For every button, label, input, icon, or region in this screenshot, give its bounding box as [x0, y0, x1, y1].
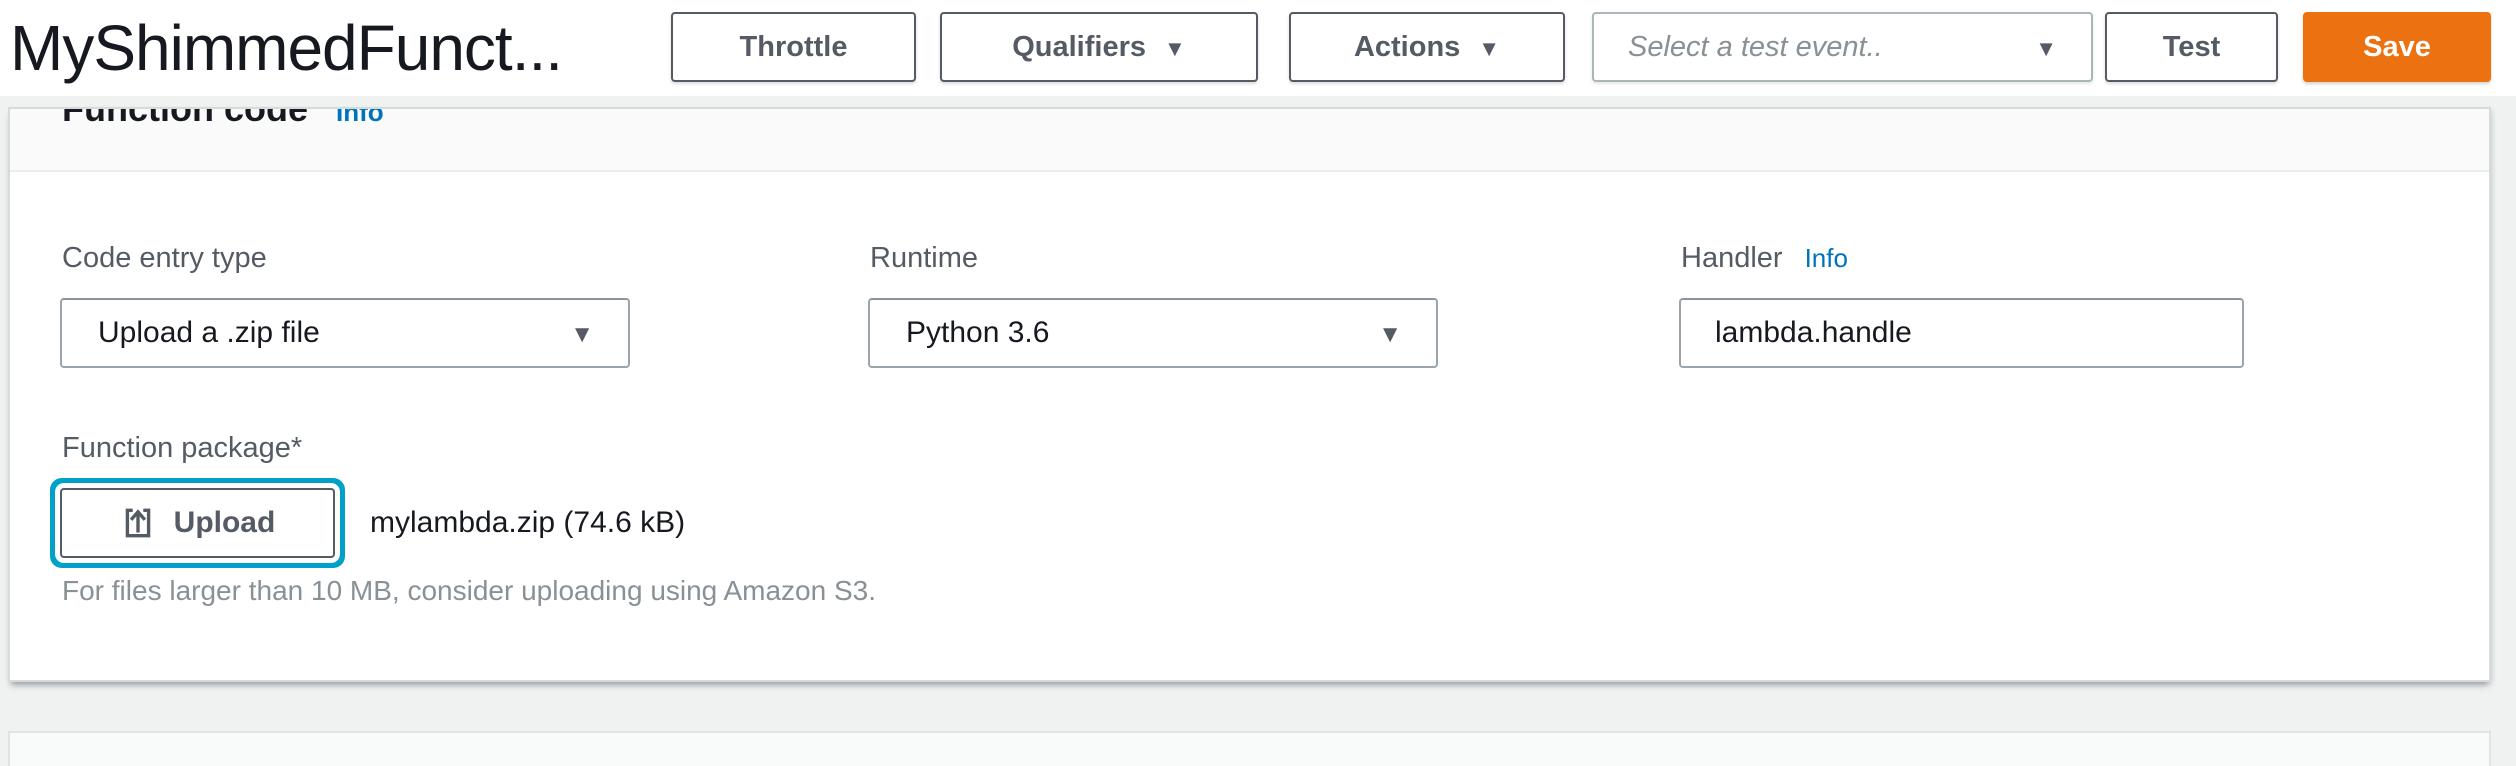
- test-event-select[interactable]: Select a test event.. ▼: [1592, 12, 2093, 82]
- caret-down-icon: ▼: [2035, 38, 2057, 60]
- actions-button-label: Actions: [1354, 31, 1460, 64]
- runtime-label: Runtime: [870, 242, 978, 275]
- function-package-label: Function package*: [62, 432, 302, 465]
- caret-down-icon: ▼: [570, 323, 594, 347]
- function-code-title-text: Function code: [62, 107, 308, 129]
- caret-down-icon: ▼: [1478, 38, 1500, 60]
- upload-button-label: Upload: [174, 506, 276, 540]
- handler-input[interactable]: [1679, 298, 2244, 368]
- test-button[interactable]: Test: [2105, 12, 2278, 82]
- handler-label: Handler Info: [1681, 242, 1848, 275]
- function-code-panel: Function code Info Code entry type Runtim…: [8, 107, 2491, 682]
- throttle-button[interactable]: Throttle: [671, 12, 916, 82]
- qualifiers-button[interactable]: Qualifiers ▼: [940, 12, 1258, 82]
- function-code-info-link[interactable]: Info: [336, 107, 384, 127]
- test-event-placeholder: Select a test event..: [1628, 31, 1883, 64]
- runtime-value: Python 3.6: [906, 316, 1049, 350]
- code-entry-type-value: Upload a .zip file: [98, 316, 320, 350]
- save-button-label: Save: [2363, 31, 2431, 64]
- code-entry-type-label: Code entry type: [62, 242, 267, 275]
- qualifiers-button-label: Qualifiers: [1012, 31, 1146, 64]
- test-button-label: Test: [2163, 31, 2220, 64]
- lambda-console-screen: Function code Info Code entry type Runtim…: [0, 0, 2516, 766]
- handler-info-link[interactable]: Info: [1805, 243, 1848, 273]
- save-button[interactable]: Save: [2303, 12, 2491, 82]
- upload-helper-text: For files larger than 10 MB, consider up…: [62, 575, 876, 607]
- upload-button[interactable]: Upload: [60, 488, 335, 558]
- handler-label-text: Handler: [1681, 242, 1783, 274]
- caret-down-icon: ▼: [1164, 38, 1186, 60]
- code-entry-type-select[interactable]: Upload a .zip file ▼: [60, 298, 630, 368]
- function-header-bar: MyShimmedFunct... Throttle Qualifiers ▼ …: [0, 0, 2516, 96]
- runtime-select[interactable]: Python 3.6 ▼: [868, 298, 1438, 368]
- upload-icon: [120, 505, 156, 541]
- function-code-title: Function code Info: [62, 107, 384, 132]
- caret-down-icon: ▼: [1378, 323, 1402, 347]
- function-name-title: MyShimmedFunct...: [10, 2, 562, 94]
- uploaded-file-info: mylambda.zip (74.6 kB): [370, 488, 685, 558]
- next-panel-peek: [8, 731, 2491, 766]
- throttle-button-label: Throttle: [740, 31, 848, 64]
- actions-button[interactable]: Actions ▼: [1289, 12, 1565, 82]
